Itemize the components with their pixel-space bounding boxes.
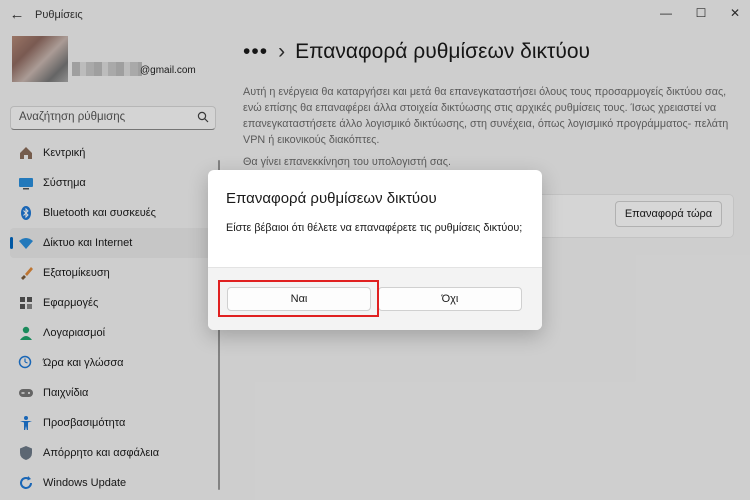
dialog-title: Επαναφορά ρυθμίσεων δικτύου <box>226 190 437 207</box>
highlight-box <box>218 280 379 317</box>
settings-window: ← Ρυθμίσεις — ☐ ✕ @gmail.com Κεντρική Σύ… <box>0 0 750 500</box>
dialog-message: Είστε βέβαιοι ότι θέλετε να επαναφέρετε … <box>226 222 523 234</box>
no-button[interactable]: Όχι <box>378 287 522 311</box>
